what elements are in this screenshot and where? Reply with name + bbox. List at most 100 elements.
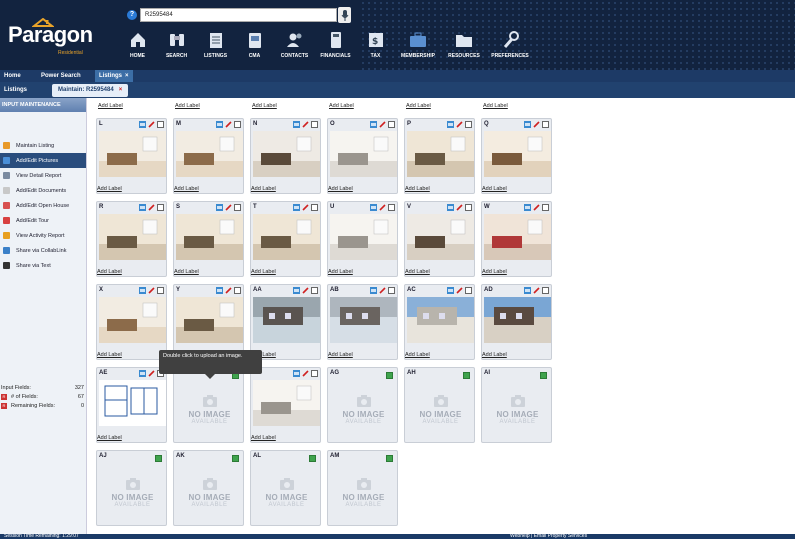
add-label-link[interactable]: Add Label: [328, 352, 353, 358]
edit-picture-icon[interactable]: [370, 287, 377, 294]
select-checkbox[interactable]: [465, 121, 472, 128]
upload-picture-icon[interactable]: [232, 455, 239, 462]
picture-card[interactable]: L Add Label: [96, 118, 167, 194]
picture-card[interactable]: V Add Label: [404, 201, 475, 277]
select-checkbox[interactable]: [542, 204, 549, 211]
delete-pencil-icon[interactable]: [225, 121, 232, 128]
picture-card[interactable]: Q Add Label: [481, 118, 552, 194]
delete-pencil-icon[interactable]: [533, 287, 540, 294]
picture-card[interactable]: AC Add Label: [404, 284, 475, 360]
add-label-link[interactable]: Add Label: [97, 352, 122, 358]
delete-pencil-icon[interactable]: [302, 121, 309, 128]
add-label-link[interactable]: Add Label: [97, 186, 122, 192]
listing-photo-thumbnail[interactable]: [176, 297, 243, 343]
sidebar-item-share-via-text[interactable]: Share via Text: [0, 258, 86, 273]
select-checkbox[interactable]: [157, 287, 164, 294]
picture-card[interactable]: AJ NO IMAGE AVAILABLE: [96, 450, 167, 526]
help-icon[interactable]: ?: [127, 10, 137, 20]
footer-links[interactable]: Webhelp | Email Property Services: [510, 534, 587, 539]
tab-close-icon[interactable]: ×: [125, 73, 129, 79]
picture-card[interactable]: M Add Label: [173, 118, 244, 194]
listing-photo-thumbnail[interactable]: [484, 131, 551, 177]
picture-card[interactable]: S Add Label: [173, 201, 244, 277]
listing-photo-thumbnail[interactable]: [330, 214, 397, 260]
picture-card[interactable]: AA Add Label: [250, 284, 321, 360]
listing-photo-thumbnail[interactable]: [253, 214, 320, 260]
add-label-link[interactable]: Add Label: [483, 103, 508, 109]
select-checkbox[interactable]: [157, 121, 164, 128]
listing-photo-thumbnail[interactable]: [330, 297, 397, 343]
picture-card[interactable]: AI NO IMAGE AVAILABLE: [481, 367, 552, 443]
picture-card[interactable]: AH NO IMAGE AVAILABLE: [404, 367, 475, 443]
select-checkbox[interactable]: [388, 121, 395, 128]
picture-card[interactable]: O Add Label: [327, 118, 398, 194]
edit-picture-icon[interactable]: [139, 204, 146, 211]
add-label-link[interactable]: Add Label: [482, 186, 507, 192]
listing-photo-thumbnail[interactable]: [99, 214, 166, 260]
add-label-link[interactable]: Add Label: [328, 269, 353, 275]
delete-pencil-icon[interactable]: [302, 204, 309, 211]
picture-card[interactable]: X Add Label: [96, 284, 167, 360]
picture-card[interactable]: YAdd Label: [173, 284, 244, 360]
listing-photo-thumbnail[interactable]: [407, 131, 474, 177]
select-checkbox[interactable]: [311, 370, 318, 377]
add-label-link[interactable]: Add Label: [174, 186, 199, 192]
sidebar-item-add-edit-open-house[interactable]: Add/Edit Open House: [0, 198, 86, 213]
edit-picture-icon[interactable]: [139, 121, 146, 128]
delete-pencil-icon[interactable]: [533, 121, 540, 128]
listing-photo-thumbnail[interactable]: [407, 214, 474, 260]
delete-pencil-icon[interactable]: [379, 204, 386, 211]
picture-card[interactable]: AE Add Label: [96, 367, 167, 443]
nav-preferences[interactable]: PREFERENCES: [487, 30, 533, 66]
picture-card[interactable]: W Add Label: [481, 201, 552, 277]
add-label-link[interactable]: Add Label: [251, 186, 276, 192]
listing-photo-thumbnail[interactable]: [253, 297, 320, 343]
delete-pencil-icon[interactable]: [302, 287, 309, 294]
edit-picture-icon[interactable]: [139, 287, 146, 294]
add-label-link[interactable]: Add Label: [252, 103, 277, 109]
upload-picture-icon[interactable]: [155, 455, 162, 462]
no-image-placeholder[interactable]: NO IMAGE AVAILABLE: [253, 463, 320, 521]
select-checkbox[interactable]: [388, 287, 395, 294]
select-checkbox[interactable]: [465, 287, 472, 294]
delete-pencil-icon[interactable]: [533, 204, 540, 211]
no-image-placeholder[interactable]: NO IMAGE AVAILABLE: [407, 380, 474, 438]
listing-photo-thumbnail[interactable]: [176, 131, 243, 177]
select-checkbox[interactable]: [234, 204, 241, 211]
add-label-link[interactable]: Add Label: [405, 269, 430, 275]
no-image-placeholder[interactable]: NO IMAGE AVAILABLE: [330, 463, 397, 521]
picture-card[interactable]: T Add Label: [250, 201, 321, 277]
picture-card[interactable]: R Add Label: [96, 201, 167, 277]
upload-picture-icon[interactable]: [386, 455, 393, 462]
picture-card[interactable]: AL NO IMAGE AVAILABLE: [250, 450, 321, 526]
subtab-listings[interactable]: Listings: [4, 82, 27, 98]
picture-card[interactable]: Add Label: [250, 367, 321, 443]
subtab-maintain[interactable]: Maintain: R2595484 ×: [52, 84, 129, 97]
delete-pencil-icon[interactable]: [225, 204, 232, 211]
edit-picture-icon[interactable]: [447, 121, 454, 128]
picture-card[interactable]: AK NO IMAGE AVAILABLE: [173, 450, 244, 526]
paragon-logo[interactable]: Paragon: [8, 22, 93, 48]
delete-pencil-icon[interactable]: [148, 287, 155, 294]
no-image-placeholder[interactable]: NO IMAGE AVAILABLE: [484, 380, 551, 438]
select-checkbox[interactable]: [311, 204, 318, 211]
delete-pencil-icon[interactable]: [148, 370, 155, 377]
select-checkbox[interactable]: [234, 121, 241, 128]
edit-picture-icon[interactable]: [293, 204, 300, 211]
subtab-close-icon[interactable]: ×: [119, 87, 123, 93]
edit-picture-icon[interactable]: [216, 121, 223, 128]
picture-card[interactable]: P Add Label: [404, 118, 475, 194]
upload-picture-icon[interactable]: [463, 372, 470, 379]
nav-financials[interactable]: FINANCIALS: [315, 30, 356, 66]
listing-photo-thumbnail[interactable]: [484, 214, 551, 260]
edit-picture-icon[interactable]: [524, 204, 531, 211]
nav-home[interactable]: HOME: [118, 30, 157, 66]
sidebar-item-view-activity-report[interactable]: View Activity Report: [0, 228, 86, 243]
picture-card[interactable]: N Add Label: [250, 118, 321, 194]
delete-pencil-icon[interactable]: [148, 204, 155, 211]
select-checkbox[interactable]: [465, 204, 472, 211]
search-input[interactable]: R2595484: [140, 8, 337, 22]
picture-card[interactable]: AB Add Label: [327, 284, 398, 360]
no-image-placeholder[interactable]: NO IMAGE AVAILABLE: [330, 380, 397, 438]
no-image-placeholder[interactable]: NO IMAGE AVAILABLE: [176, 463, 243, 521]
